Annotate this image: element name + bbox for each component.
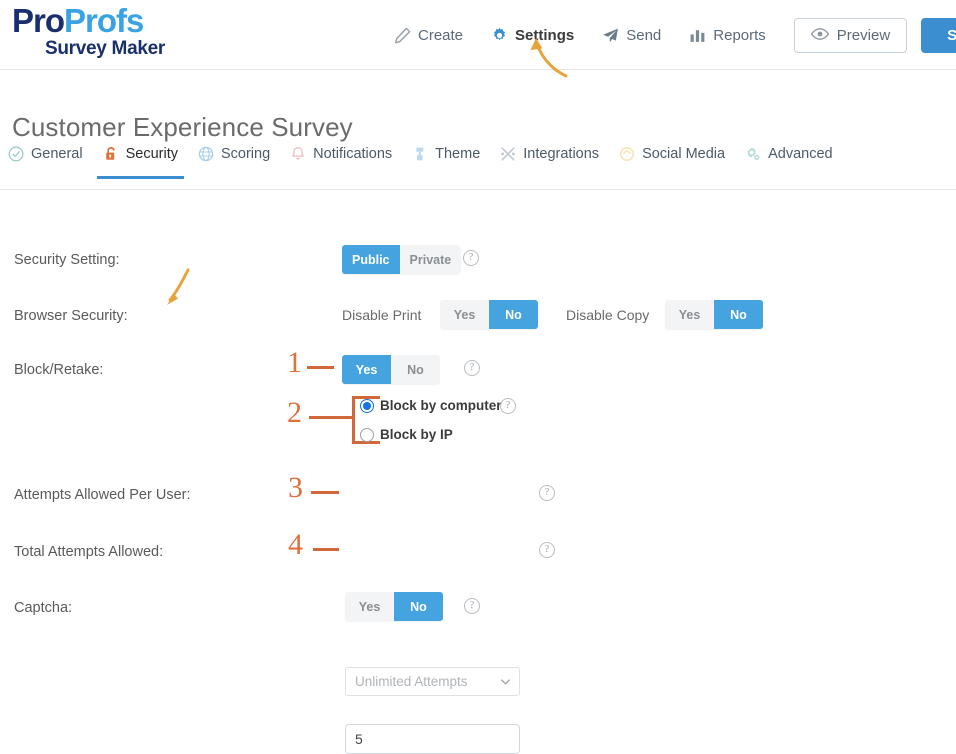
nav-item-create-label: Create — [418, 27, 463, 44]
plug-cross-icon — [500, 146, 516, 162]
security-setting-option-public[interactable]: Public — [342, 245, 400, 274]
save-button[interactable]: Save — [921, 18, 956, 53]
annotation-line-4 — [313, 548, 339, 551]
block-retake-label: Block/Retake: — [14, 362, 103, 378]
disable-copy-option-no[interactable]: No — [714, 300, 763, 329]
bell-icon — [290, 146, 306, 162]
radio-block-by-ip[interactable]: Block by IP — [360, 427, 453, 442]
share-icon — [619, 146, 635, 162]
tab-theme[interactable]: Theme — [402, 146, 490, 178]
logo-subtitle: Survey Maker — [45, 39, 165, 58]
annotation-line-1 — [307, 366, 334, 369]
annotation-line-2 — [309, 416, 352, 419]
radio-block-by-computer-input[interactable] — [360, 399, 374, 413]
page-title: Customer Experience Survey — [12, 112, 353, 143]
preview-button[interactable]: Preview — [794, 18, 907, 53]
nav-item-create[interactable]: Create — [380, 21, 477, 50]
tab-security[interactable]: Security — [93, 146, 188, 178]
annotation-marker-3: 3 — [288, 473, 303, 503]
top-navigation: Create Settings Send — [380, 0, 956, 70]
disable-print-toggle[interactable]: Yes No — [440, 300, 538, 329]
block-retake-option-yes[interactable]: Yes — [342, 355, 391, 384]
nav-item-settings-label: Settings — [515, 27, 574, 44]
captcha-toggle[interactable]: Yes No — [345, 592, 443, 621]
radio-block-by-ip-input[interactable] — [360, 428, 374, 442]
gears-icon — [745, 146, 761, 162]
tab-notifications-label: Notifications — [313, 146, 392, 162]
disable-print-option-no[interactable]: No — [489, 300, 538, 329]
globe-icon — [198, 146, 214, 162]
nav-item-reports[interactable]: Reports — [675, 21, 780, 50]
browser-security-label: Browser Security: — [14, 308, 128, 324]
attempts-per-user-select[interactable]: Unlimited Attempts — [345, 667, 520, 696]
tab-integrations[interactable]: Integrations — [490, 146, 609, 178]
check-circle-icon — [8, 146, 24, 162]
nav-item-send[interactable]: Send — [588, 21, 675, 50]
total-attempts-input[interactable] — [345, 724, 520, 754]
radio-block-by-ip-label: Block by IP — [380, 427, 453, 442]
paint-roller-icon — [412, 146, 428, 162]
security-setting-option-private[interactable]: Private — [400, 245, 462, 274]
disable-copy-toggle[interactable]: Yes No — [665, 300, 763, 329]
bar-chart-icon — [689, 27, 706, 44]
annotation-marker-1: 1 — [287, 348, 302, 378]
unlock-icon — [103, 146, 119, 162]
block-retake-toggle[interactable]: Yes No — [342, 355, 440, 384]
block-by-computer-help-icon[interactable]: ? — [500, 398, 516, 414]
logo-wordmark: ProProfs — [12, 4, 165, 37]
tab-general-label: General — [31, 146, 83, 162]
security-setting-help-icon[interactable]: ? — [463, 250, 479, 266]
preview-button-label: Preview — [837, 27, 890, 44]
nav-item-send-label: Send — [626, 27, 661, 44]
proprofs-logo[interactable]: ProProfs Survey Maker — [12, 4, 165, 58]
paper-plane-icon — [602, 27, 619, 44]
settings-tabs: General Security Scoring — [0, 146, 956, 190]
tab-notifications[interactable]: Notifications — [280, 146, 402, 178]
eye-icon — [811, 27, 829, 44]
captcha-help-icon[interactable]: ? — [464, 598, 480, 614]
disable-copy-option-yes[interactable]: Yes — [665, 300, 714, 329]
tab-advanced[interactable]: Advanced — [735, 146, 843, 178]
tab-general[interactable]: General — [0, 146, 93, 178]
radio-block-by-computer[interactable]: Block by computer — [360, 398, 502, 413]
tab-scoring[interactable]: Scoring — [188, 146, 280, 178]
gear-icon — [491, 27, 508, 44]
logo-pro-text: Pro — [12, 2, 64, 39]
captcha-option-yes[interactable]: Yes — [345, 592, 394, 621]
disable-copy-label: Disable Copy — [566, 307, 649, 323]
captcha-option-no[interactable]: No — [394, 592, 443, 621]
nav-item-settings[interactable]: Settings — [477, 21, 588, 50]
block-retake-option-no[interactable]: No — [391, 355, 440, 384]
pencil-icon — [394, 27, 411, 44]
tab-social-media-label: Social Media — [642, 146, 725, 162]
arrow-to-security-icon — [150, 268, 198, 316]
attempts-per-user-help-icon[interactable]: ? — [539, 485, 555, 501]
disable-print-label: Disable Print — [342, 307, 421, 323]
logo-profs-text: Profs — [64, 2, 143, 39]
tab-social-media[interactable]: Social Media — [609, 146, 735, 178]
tab-scoring-label: Scoring — [221, 146, 270, 162]
top-bar: ProProfs Survey Maker Create Settings Se… — [0, 0, 956, 70]
radio-block-by-computer-label: Block by computer — [380, 398, 502, 413]
chevron-down-icon — [501, 679, 510, 685]
annotation-marker-4: 4 — [288, 530, 303, 560]
total-attempts-label: Total Attempts Allowed: — [14, 544, 163, 560]
attempts-per-user-label: Attempts Allowed Per User: — [14, 487, 191, 503]
tab-theme-label: Theme — [435, 146, 480, 162]
security-setting-toggle[interactable]: Public Private — [342, 245, 461, 274]
tab-advanced-label: Advanced — [768, 146, 833, 162]
total-attempts-help-icon[interactable]: ? — [539, 542, 555, 558]
tab-security-label: Security — [126, 146, 178, 162]
disable-print-option-yes[interactable]: Yes — [440, 300, 489, 329]
captcha-label: Captcha: — [14, 600, 72, 616]
annotation-line-3 — [311, 491, 339, 494]
block-retake-help-icon[interactable]: ? — [464, 360, 480, 376]
attempts-per-user-select-value: Unlimited Attempts — [355, 674, 468, 689]
nav-item-reports-label: Reports — [713, 27, 766, 44]
annotation-marker-2: 2 — [287, 398, 302, 428]
security-setting-label: Security Setting: — [14, 252, 120, 268]
tab-integrations-label: Integrations — [523, 146, 599, 162]
